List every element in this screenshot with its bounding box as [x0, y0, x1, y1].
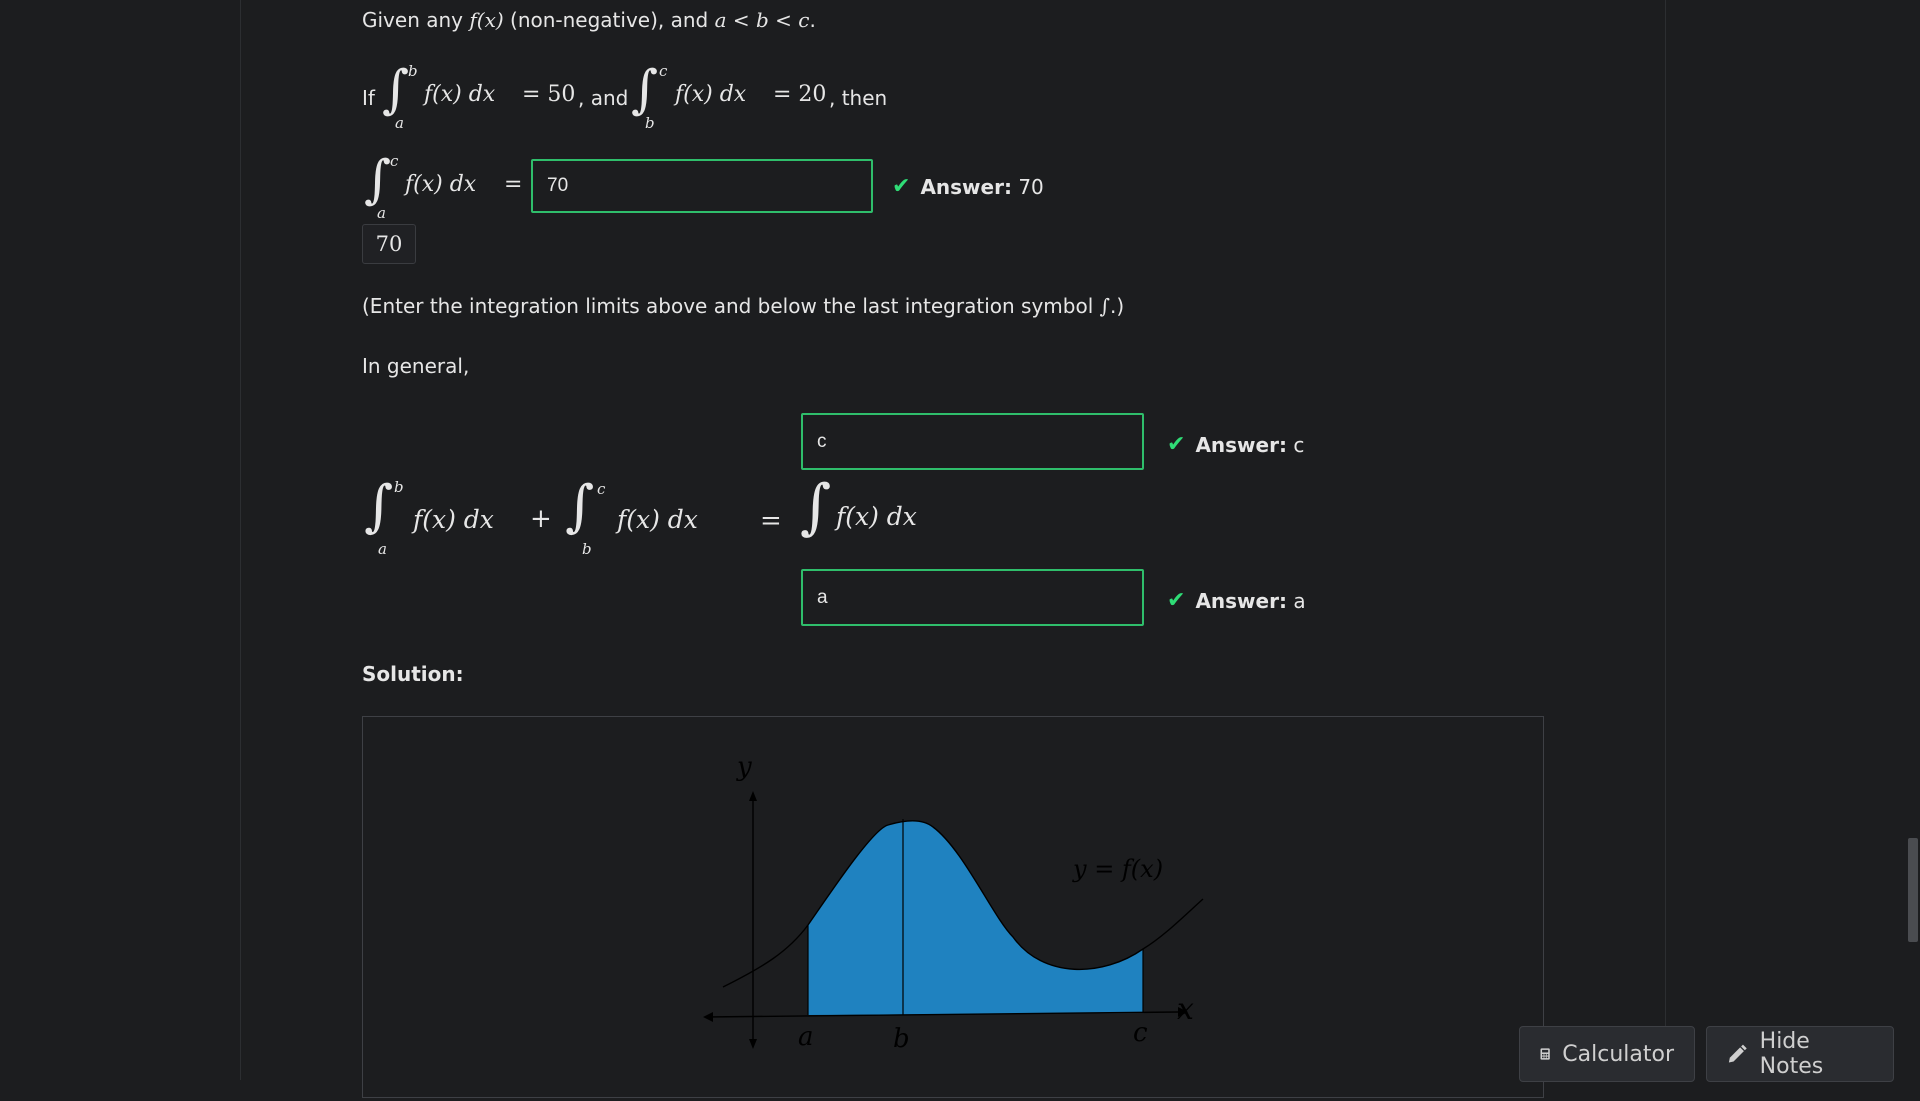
- calculator-label: Calculator: [1562, 1041, 1674, 1067]
- answer-value: c: [1293, 432, 1305, 457]
- area-diagram: y x y = f(x) a b c: [703, 752, 1204, 1054]
- premise-if: If: [362, 86, 375, 110]
- gen-int1-integrand: f(x) dx: [413, 505, 494, 534]
- q1-upper: c: [390, 152, 399, 170]
- hint-symbol: ∫: [1099, 294, 1111, 318]
- intro-line: Given any f(x) (non-negative), and a < b…: [362, 8, 816, 32]
- answer-label: Answer:: [920, 174, 1012, 199]
- premise-and: , and: [578, 86, 629, 110]
- tick-c-label: c: [1133, 1018, 1148, 1048]
- q1-integrand: f(x) dx: [405, 172, 477, 197]
- scrollbar[interactable]: [1906, 0, 1920, 1080]
- integral-sign: ∫: [382, 60, 410, 120]
- tick-b-label: b: [893, 1024, 910, 1054]
- q1-equals: =: [504, 172, 523, 197]
- integral-sign: ∫: [631, 60, 659, 120]
- integral-sign: ∫: [364, 150, 392, 210]
- math-preview: 70: [362, 224, 416, 264]
- curve-label: y = f(x): [1072, 855, 1163, 883]
- solution-figure: y x y = f(x) a b c: [362, 716, 1544, 1098]
- tick-a-label: a: [798, 1022, 814, 1052]
- lower-limit-input[interactable]: [801, 569, 1144, 626]
- hide-notes-label: Hide Notes: [1759, 1029, 1824, 1079]
- premise-int2-lower: b: [645, 114, 655, 132]
- premise-int2-integrand: f(x) dx: [675, 82, 747, 107]
- gen-int1-upper: b: [394, 478, 404, 496]
- intro-order: a < b < c: [714, 8, 810, 32]
- gen-rhs-integrand: f(x) dx: [836, 502, 917, 531]
- upper-limit-input[interactable]: [801, 413, 1144, 470]
- premise-int1-integrand: f(x) dx: [424, 82, 496, 107]
- premise-int1-value: = 50: [522, 82, 576, 107]
- shaded-area: [808, 820, 1143, 1015]
- integral-sign: ∫: [800, 472, 832, 542]
- gen-int2-integrand: f(x) dx: [617, 505, 698, 534]
- hide-notes-button[interactable]: Hide Notes: [1706, 1026, 1894, 1082]
- answer-value: a: [1293, 588, 1306, 613]
- intro-prefix: Given any: [362, 8, 463, 32]
- y-axis-arrow: [749, 791, 757, 801]
- check-icon: ✔: [1167, 588, 1186, 613]
- y-axis-label: y: [736, 752, 752, 782]
- scrollbar-thumb[interactable]: [1908, 838, 1918, 942]
- intro-period: .: [809, 8, 816, 32]
- intro-nonneg: (non-negative), and: [510, 8, 709, 32]
- hint-text: (Enter the integration limits above and …: [362, 294, 1124, 318]
- answer-label: Answer:: [1195, 432, 1287, 457]
- premise-then: , then: [829, 86, 888, 110]
- premise-int1-upper: b: [408, 62, 418, 80]
- premise-int2-value: = 20: [773, 82, 827, 107]
- hint-body: (Enter the integration limits above and …: [362, 294, 1094, 318]
- check-icon: ✔: [892, 174, 911, 199]
- q1-lower: a: [377, 204, 386, 222]
- calculator-button[interactable]: Calculator: [1519, 1026, 1695, 1082]
- q1-answer-input[interactable]: [531, 159, 873, 213]
- lower-limit-feedback: ✔ Answer: a: [1167, 588, 1306, 613]
- gen-int2-upper: c: [597, 480, 606, 498]
- calculator-icon: [1540, 1048, 1550, 1060]
- x-axis-label: x: [1177, 992, 1194, 1027]
- gen-equals: =: [760, 506, 782, 536]
- solution-label: Solution:: [362, 662, 464, 686]
- intro-fx: f(x): [469, 8, 504, 32]
- x-axis-arrow-left: [703, 1012, 713, 1022]
- integral-sign: ∫: [565, 474, 595, 539]
- in-general-label: In general,: [362, 354, 470, 378]
- q1-feedback: ✔ Answer: 70: [892, 174, 1044, 199]
- answer-label: Answer:: [1195, 588, 1287, 613]
- check-icon: ✔: [1167, 432, 1186, 457]
- upper-limit-feedback: ✔ Answer: c: [1167, 432, 1304, 457]
- pencil-icon: [1728, 1044, 1747, 1063]
- hint-end: .): [1110, 294, 1125, 318]
- premise-int2-upper: c: [659, 62, 668, 80]
- gen-int1-lower: a: [378, 540, 387, 558]
- answer-value: 70: [1018, 174, 1044, 199]
- gen-plus: +: [530, 504, 552, 534]
- integral-sign: ∫: [364, 474, 394, 539]
- y-axis-arrow-bottom: [749, 1039, 757, 1049]
- gen-int2-lower: b: [582, 540, 592, 558]
- premise-int1-lower: a: [395, 114, 404, 132]
